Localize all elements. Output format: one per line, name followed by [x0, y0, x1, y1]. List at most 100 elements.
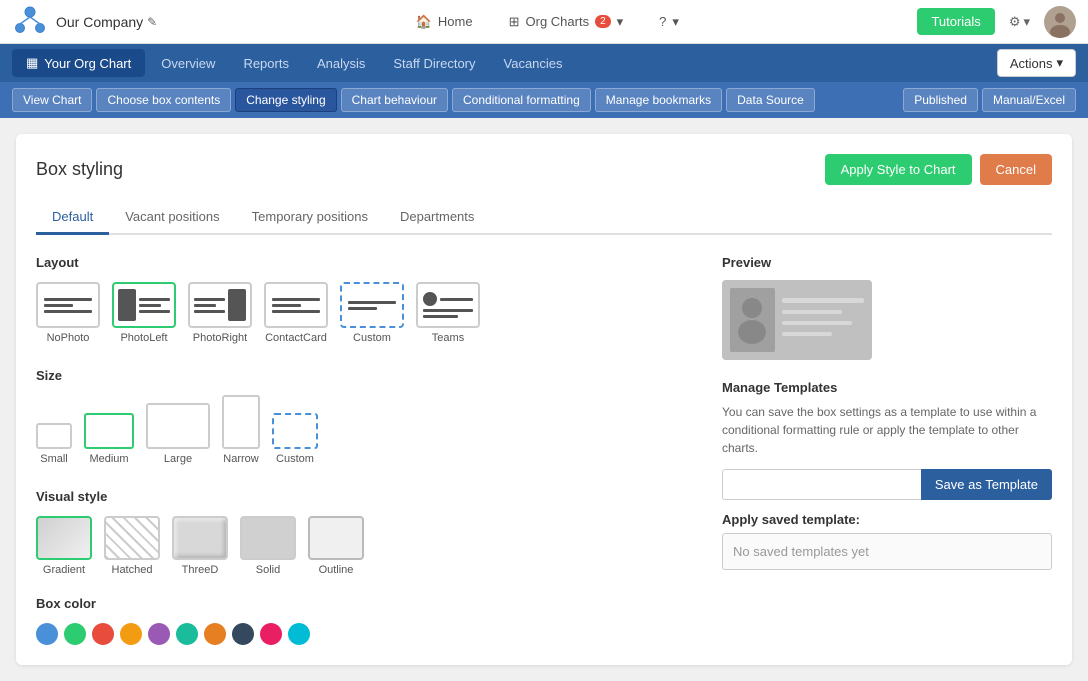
layout-option-custom[interactable]: Custom	[340, 282, 404, 344]
hatched-label: Hatched	[112, 564, 153, 576]
size-narrow-label: Narrow	[223, 453, 258, 465]
orgcharts-nav-item[interactable]: ⊞ Org Charts 2 ▾	[501, 10, 632, 34]
rline2	[194, 304, 216, 307]
visual-box-hatched	[104, 516, 160, 560]
change-styling-button[interactable]: Change styling	[235, 88, 336, 112]
reports-tab[interactable]: Reports	[231, 50, 301, 77]
layout-option-photoleft[interactable]: PhotoLeft	[112, 282, 176, 344]
size-section-title: Size	[36, 368, 698, 383]
visual-option-gradient[interactable]: Gradient	[36, 516, 92, 576]
analysis-tab[interactable]: Analysis	[305, 50, 377, 77]
visual-options: Gradient Hatched ThreeD Solid	[36, 516, 698, 576]
color-dot-6[interactable]	[176, 623, 198, 645]
teams-line	[440, 298, 473, 301]
layout-box-photoleft	[112, 282, 176, 328]
content-card: Box styling Apply Style to Chart Cancel …	[16, 134, 1072, 665]
layout-option-teams[interactable]: Teams	[416, 282, 480, 344]
contactcard-label: ContactCard	[265, 332, 327, 344]
edit-company-icon[interactable]: ✎	[147, 15, 157, 29]
color-dot-10[interactable]	[288, 623, 310, 645]
solid-label: Solid	[256, 564, 280, 576]
box-color-title: Box color	[36, 596, 698, 611]
avatar-image	[1044, 6, 1076, 38]
help-chevron-icon: ▾	[672, 14, 679, 30]
apply-style-button[interactable]: Apply Style to Chart	[825, 154, 972, 185]
size-option-custom[interactable]: Custom	[272, 413, 318, 465]
cc1	[272, 298, 320, 301]
tab-default[interactable]: Default	[36, 201, 109, 235]
tab-departments[interactable]: Departments	[384, 201, 490, 235]
visual-option-hatched[interactable]: Hatched	[104, 516, 160, 576]
line3	[44, 310, 92, 313]
size-option-large[interactable]: Large	[146, 403, 210, 465]
visual-style-section: Visual style Gradient Hatched Thre	[36, 489, 698, 576]
staff-directory-tab[interactable]: Staff Directory	[381, 50, 487, 77]
pline2	[139, 304, 161, 307]
manual-excel-status: Manual/Excel	[982, 88, 1076, 112]
color-dot-2[interactable]	[64, 623, 86, 645]
data-source-button[interactable]: Data Source	[726, 88, 815, 112]
cancel-button[interactable]: Cancel	[980, 154, 1052, 185]
company-logo-icon	[12, 4, 48, 40]
teams-label: Teams	[432, 332, 464, 344]
nav-center: 🏠 Home ⊞ Org Charts 2 ▾ ? ▾	[177, 10, 917, 34]
home-nav-item[interactable]: 🏠 Home	[408, 10, 481, 34]
color-dot-1[interactable]	[36, 623, 58, 645]
tab-temporary-positions[interactable]: Temporary positions	[236, 201, 384, 235]
size-box-small	[36, 423, 72, 449]
color-dot-8[interactable]	[232, 623, 254, 645]
conditional-formatting-button[interactable]: Conditional formatting	[452, 88, 591, 112]
orgcharts-icon: ⊞	[509, 14, 520, 30]
tline1	[423, 309, 473, 312]
logo-area: Our Company ✎	[12, 4, 157, 40]
gear-button[interactable]: ⚙ ▾	[1005, 10, 1034, 34]
line1	[44, 298, 92, 301]
preview-section: Preview	[722, 255, 1052, 360]
choose-box-contents-button[interactable]: Choose box contents	[96, 88, 231, 112]
color-dot-3[interactable]	[92, 623, 114, 645]
tutorials-button[interactable]: Tutorials	[917, 8, 994, 35]
chart-behaviour-button[interactable]: Chart behaviour	[341, 88, 448, 112]
visual-option-solid[interactable]: Solid	[240, 516, 296, 576]
photo-placeholder-r	[228, 289, 246, 321]
apply-saved-label: Apply saved template:	[722, 512, 1052, 527]
layout-box-nophoto	[36, 282, 100, 328]
view-chart-button[interactable]: View Chart	[12, 88, 92, 112]
visual-box-solid	[240, 516, 296, 560]
threed-label: ThreeD	[182, 564, 219, 576]
your-org-chart-tab[interactable]: ▦ Your Org Chart	[12, 49, 145, 77]
help-nav-item[interactable]: ? ▾	[651, 10, 687, 34]
size-option-small[interactable]: Small	[36, 423, 72, 465]
page-title: Box styling	[36, 159, 123, 180]
photoright-lines	[194, 298, 225, 313]
visual-option-threed[interactable]: ThreeD	[172, 516, 228, 576]
vacancies-tab[interactable]: Vacancies	[492, 50, 575, 77]
size-option-medium[interactable]: Medium	[84, 413, 134, 465]
company-name[interactable]: Our Company ✎	[56, 14, 157, 30]
visual-option-outline[interactable]: Outline	[308, 516, 364, 576]
color-dot-5[interactable]	[148, 623, 170, 645]
save-template-button[interactable]: Save as Template	[921, 469, 1052, 500]
actions-button[interactable]: Actions ▾	[997, 49, 1076, 77]
size-option-narrow[interactable]: Narrow	[222, 395, 260, 465]
card-header: Box styling Apply Style to Chart Cancel	[36, 154, 1052, 185]
color-dot-7[interactable]	[204, 623, 226, 645]
tab-vacant-positions[interactable]: Vacant positions	[109, 201, 235, 235]
color-dot-4[interactable]	[120, 623, 142, 645]
color-dot-9[interactable]	[260, 623, 282, 645]
layout-option-contactcard[interactable]: ContactCard	[264, 282, 328, 344]
layout-option-photoright[interactable]: PhotoRight	[188, 282, 252, 344]
nophoto-label: NoPhoto	[47, 332, 90, 344]
rline1	[194, 298, 225, 301]
teams-circle	[423, 292, 437, 306]
manage-templates-section: Manage Templates You can save the box se…	[722, 380, 1052, 570]
layout-box-contactcard	[264, 282, 328, 328]
layout-box-custom	[340, 282, 404, 328]
line2	[44, 304, 73, 307]
layout-option-nophoto[interactable]: NoPhoto	[36, 282, 100, 344]
overview-tab[interactable]: Overview	[149, 50, 227, 77]
template-name-input[interactable]	[722, 469, 921, 500]
two-col-layout: Layout NoPhoto	[36, 255, 1052, 645]
user-avatar[interactable]	[1044, 6, 1076, 38]
manage-bookmarks-button[interactable]: Manage bookmarks	[595, 88, 722, 112]
